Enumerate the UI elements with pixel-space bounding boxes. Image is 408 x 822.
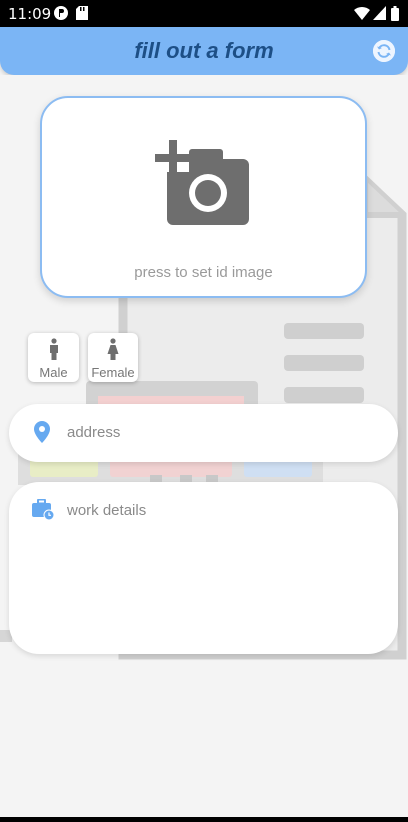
signal-icon: [373, 6, 386, 25]
refresh-icon: [373, 40, 395, 62]
work-details-placeholder: work details: [67, 502, 147, 519]
location-pin-icon: [34, 421, 50, 443]
gender-male-button[interactable]: Male: [28, 333, 79, 382]
work-history-icon: [32, 499, 55, 521]
male-icon: [49, 338, 58, 360]
gender-female-label: Female: [91, 365, 135, 380]
sd-card-icon: [76, 6, 88, 25]
id-image-picker[interactable]: press to set id image: [40, 96, 367, 298]
gender-male-label: Male: [39, 365, 68, 380]
address-placeholder: address: [67, 424, 121, 441]
id-image-label: press to set id image: [134, 264, 273, 281]
address-field[interactable]: address: [9, 404, 398, 462]
battery-icon: [391, 6, 399, 26]
refresh-button[interactable]: [373, 40, 395, 62]
add-a-photo-icon: [153, 140, 249, 225]
status-time: 11:09: [8, 5, 52, 23]
gender-female-button[interactable]: Female: [88, 333, 138, 382]
female-icon: [107, 338, 119, 360]
work-details-field[interactable]: work details: [9, 482, 398, 654]
notification-icon: [54, 6, 68, 25]
wifi-icon: [354, 6, 370, 25]
status-bar: 11:09: [0, 0, 408, 27]
app-bar: fill out a form: [0, 27, 408, 75]
navigation-bar: [0, 817, 408, 822]
page-title: fill out a form: [134, 38, 274, 63]
